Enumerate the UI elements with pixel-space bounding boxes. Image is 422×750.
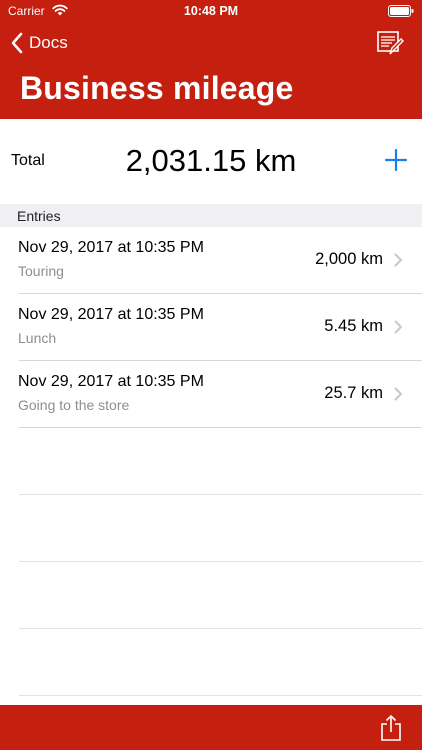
empty-row xyxy=(0,629,422,696)
empty-row xyxy=(0,562,422,629)
entry-note: Lunch xyxy=(18,330,57,346)
chevron-left-icon xyxy=(11,32,23,54)
entry-distance: 5.45 km xyxy=(324,317,383,335)
page-title: Business mileage xyxy=(20,70,294,106)
notes-icon[interactable] xyxy=(376,29,404,57)
status-bar: Carrier 10:48 PM xyxy=(0,0,422,22)
nav-header: Carrier 10:48 PM Docs Business mileage xyxy=(0,0,422,119)
entry-note: Going to the store xyxy=(18,397,130,413)
chevron-right-icon xyxy=(394,387,402,401)
empty-row xyxy=(0,428,422,495)
plus-icon[interactable] xyxy=(385,149,407,171)
entry-date: Nov 29, 2017 at 10:35 PM xyxy=(18,373,204,390)
entry-distance: 25.7 km xyxy=(324,384,383,402)
total-summary: Total 2,031.15 km xyxy=(0,119,422,204)
share-icon[interactable] xyxy=(380,714,402,742)
total-value: 2,031.15 km xyxy=(125,143,297,178)
entry-note: Touring xyxy=(18,263,64,279)
entry-date: Nov 29, 2017 at 10:35 PM xyxy=(18,306,204,323)
section-label: Entries xyxy=(17,208,61,224)
battery-icon xyxy=(388,5,414,17)
list-item[interactable]: Nov 29, 2017 at 10:35 PM Lunch 5.45 km xyxy=(0,294,422,361)
back-label: Docs xyxy=(29,33,68,52)
back-button[interactable]: Docs xyxy=(10,30,68,56)
chevron-right-icon xyxy=(394,320,402,334)
list-item[interactable]: Nov 29, 2017 at 10:35 PM Touring 2,000 k… xyxy=(0,227,422,294)
empty-row xyxy=(0,495,422,562)
bottom-toolbar xyxy=(0,705,422,750)
list-item[interactable]: Nov 29, 2017 at 10:35 PM Going to the st… xyxy=(0,361,422,428)
entry-date: Nov 29, 2017 at 10:35 PM xyxy=(18,239,204,256)
section-header: Entries xyxy=(0,204,422,227)
clock: 10:48 PM xyxy=(183,4,239,18)
entry-distance: 2,000 km xyxy=(315,250,383,268)
entries-list: Nov 29, 2017 at 10:35 PM Touring 2,000 k… xyxy=(0,227,422,696)
chevron-right-icon xyxy=(394,253,402,267)
